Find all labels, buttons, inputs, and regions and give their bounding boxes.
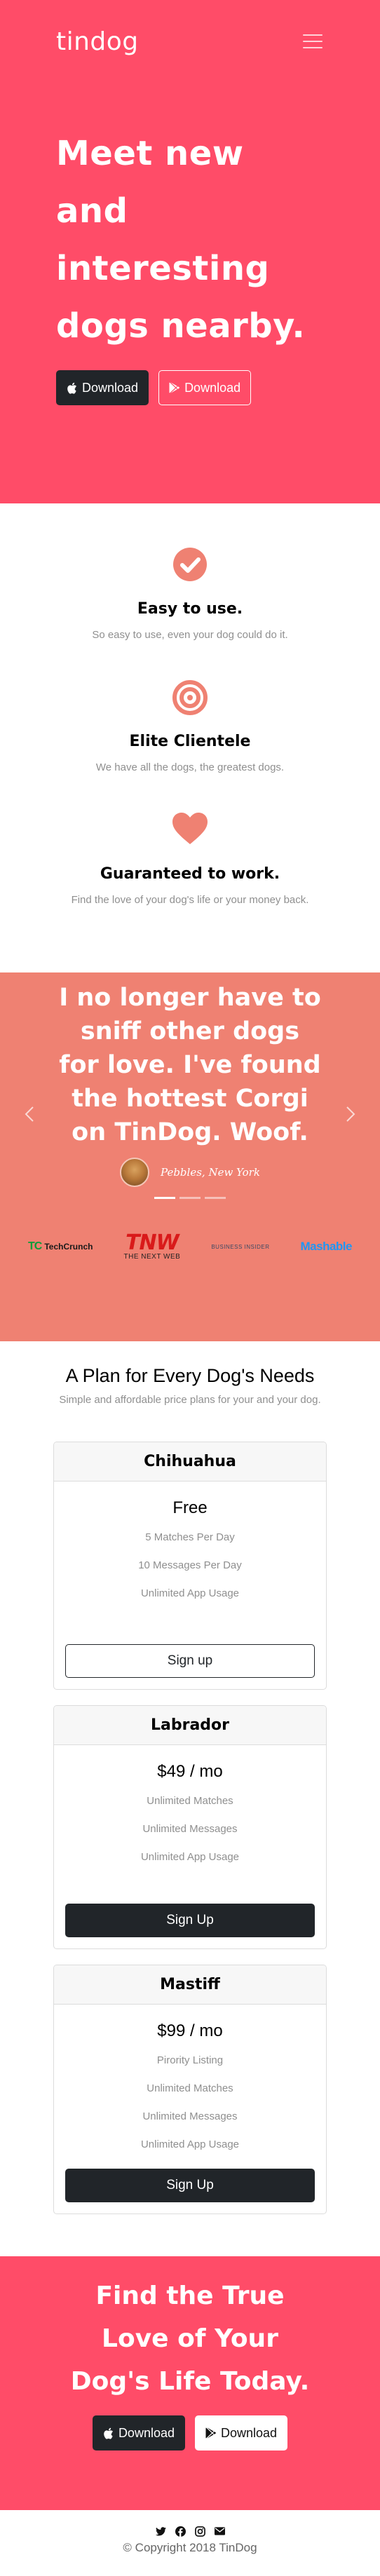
navbar: tindog: [56, 0, 324, 83]
cta-download-buttons: Download Download: [0, 2415, 380, 2450]
feature-guaranteed: Guaranteed to work. Find the love of you…: [49, 812, 331, 909]
feature-title: Easy to use.: [137, 600, 243, 618]
plan-name: Labrador: [150, 1716, 230, 1734]
carousel-indicator[interactable]: [179, 1197, 201, 1199]
plan-feature: Unlimited Messages: [142, 2110, 238, 2122]
feature-text: We have all the dogs, the greatest dogs.: [95, 761, 285, 773]
plan-feature: 10 Messages Per Day: [138, 1559, 242, 1571]
play-download-button[interactable]: Download: [195, 2415, 288, 2450]
signup-button[interactable]: Sign Up: [65, 2169, 315, 2202]
author-name: Pebbles, New York: [161, 1166, 260, 1179]
instagram-icon[interactable]: [194, 2526, 205, 2537]
dog-avatar: [120, 1158, 150, 1187]
google-play-icon: [169, 382, 180, 393]
check-circle-icon: [173, 548, 207, 581]
google-play-icon: [205, 2427, 216, 2439]
techcrunch-logo: TC TechCrunch: [28, 1240, 93, 1252]
testimonial-author: Pebbles, New York: [0, 1158, 380, 1187]
carousel-indicator[interactable]: [205, 1197, 226, 1199]
feature-title: Guaranteed to work.: [100, 865, 280, 883]
plan-feature: Unlimited App Usage: [140, 1851, 240, 1863]
plan-feature: Pirority Listing: [156, 2054, 224, 2066]
apple-download-button[interactable]: Download: [56, 370, 149, 405]
hero-download-buttons: Download Download: [56, 370, 324, 405]
plan-feature: Unlimited App Usage: [140, 1587, 240, 1599]
signup-button[interactable]: Sign up: [65, 1644, 315, 1678]
plan-feature: 5 Matches Per Day: [145, 1531, 235, 1543]
apple-download-button[interactable]: Download: [92, 2415, 185, 2450]
play-download-label: Download: [221, 2425, 278, 2440]
carousel-next-button[interactable]: [337, 1104, 365, 1127]
plan-name: Mastiff: [160, 1976, 220, 1993]
pricing-card-mastiff: Mastiff $99 / mo Pirority Listing Unlimi…: [53, 1965, 327, 2214]
chevron-left-icon: [25, 1106, 34, 1122]
business-insider-logo: BUSINESS INSIDER: [211, 1243, 270, 1250]
plan-name: Chihuahua: [144, 1453, 236, 1470]
footer: © Copyright 2018 TinDog: [0, 2510, 380, 2576]
cta-heading: Find the True Love of Your Dog's Life To…: [70, 2282, 310, 2396]
bullseye-icon: [172, 680, 208, 715]
tnw-logo: TNW THE NEXT WEB: [123, 1231, 181, 1261]
pricing-section: A Plan for Every Dog's Needs Simple and …: [0, 1341, 380, 2256]
apple-icon: [67, 382, 77, 394]
plan-feature: Unlimited Matches: [147, 1795, 233, 1807]
feature-elite: Elite Clientele We have all the dogs, th…: [49, 679, 331, 777]
title-section: tindog Meet new and interesting dogs nea…: [0, 0, 380, 503]
apple-download-label: Download: [82, 380, 139, 395]
mashable-logo: Mashable: [300, 1240, 353, 1253]
pricing-card-chihuahua: Chihuahua Free 5 Matches Per Day 10 Mess…: [53, 1442, 327, 1690]
envelope-icon[interactable]: [214, 2526, 225, 2537]
press-logos: TC TechCrunch TNW THE NEXT WEB BUSINESS I…: [0, 1233, 380, 1261]
plan-feature: Unlimited App Usage: [140, 2138, 240, 2150]
plan-feature: Unlimited Messages: [142, 1823, 238, 1835]
carousel-prev-button[interactable]: [15, 1104, 43, 1127]
pricing-subtitle: Simple and affordable price plans for yo…: [59, 1394, 321, 1406]
navbar-toggler-button[interactable]: [301, 32, 324, 50]
signup-button[interactable]: Sign Up: [65, 1904, 315, 1937]
play-download-button[interactable]: Download: [158, 370, 252, 405]
plan-feature: Unlimited Matches: [147, 2082, 233, 2094]
facebook-icon[interactable]: [175, 2526, 186, 2537]
copyright-text: © Copyright 2018 TinDog: [123, 2541, 257, 2554]
brand-logo[interactable]: tindog: [56, 27, 139, 56]
features-section: Easy to use. So easy to use, even your d…: [0, 503, 380, 972]
apple-icon: [104, 2427, 114, 2439]
feature-title: Elite Clientele: [129, 733, 251, 750]
carousel-indicators: [0, 1197, 380, 1199]
plan-price: $99 / mo: [157, 2021, 223, 2040]
plan-price: $49 / mo: [157, 1762, 223, 1781]
hamburger-icon: [303, 34, 323, 36]
twitter-icon[interactable]: [155, 2526, 166, 2537]
plan-price: Free: [172, 1498, 208, 1517]
social-links: [0, 2526, 380, 2537]
feature-text: So easy to use, even your dog could do i…: [92, 629, 288, 641]
pricing-card-labrador: Labrador $49 / mo Unlimited Matches Unli…: [53, 1705, 327, 1949]
carousel-indicator[interactable]: [154, 1197, 175, 1199]
heart-icon: [172, 813, 208, 844]
chevron-right-icon: [346, 1106, 355, 1122]
play-download-label: Download: [184, 380, 241, 395]
apple-download-label: Download: [118, 2425, 175, 2440]
testimonial-quote: I no longer have to sniff other dogs for…: [59, 984, 321, 1146]
feature-easy: Easy to use. So easy to use, even your d…: [49, 547, 331, 644]
hero-heading: Meet new and interesting dogs nearby.: [56, 134, 306, 346]
testimonials-section: I no longer have to sniff other dogs for…: [0, 972, 380, 1341]
cta-section: Find the True Love of Your Dog's Life To…: [0, 2256, 380, 2510]
feature-text: Find the love of your dog's life or your…: [71, 894, 309, 906]
pricing-title: A Plan for Every Dog's Needs: [65, 1365, 315, 1386]
